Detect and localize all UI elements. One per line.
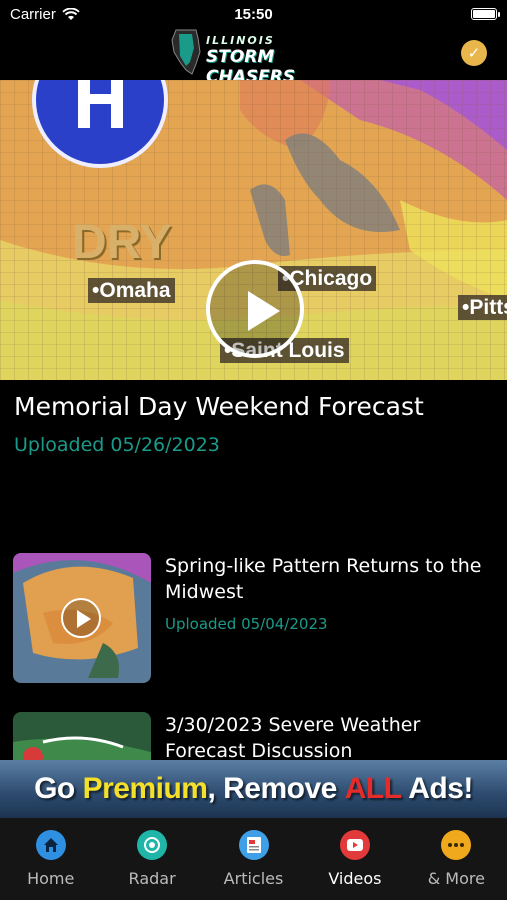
premium-ad-banner[interactable]: Go Premium , Remove ALL Ads! [0, 760, 507, 818]
status-left: Carrier [10, 6, 80, 23]
radar-icon [137, 830, 168, 860]
ad-text-ads: Ads! [401, 772, 473, 805]
tab-label: Home [27, 869, 75, 888]
app-logo[interactable]: ILLINOIS STORM CHASERS [170, 28, 338, 87]
illinois-state-icon [171, 29, 201, 75]
pitts-text: Pitts [469, 296, 507, 319]
tab-label: Videos [328, 869, 382, 888]
map-label-dry: DRY [72, 216, 172, 269]
omaha-text: Omaha [99, 279, 171, 302]
tab-videos[interactable]: Videos [304, 818, 405, 900]
tab-more[interactable]: & More [406, 818, 507, 900]
chicago-text: Chicago [289, 267, 373, 290]
more-icon [441, 830, 472, 860]
play-button-icon[interactable] [206, 260, 304, 358]
articles-icon [238, 830, 269, 860]
tab-label: Radar [128, 869, 176, 888]
tab-articles[interactable]: Articles [203, 818, 304, 900]
app-header: ILLINOIS STORM CHASERS ✓ [0, 28, 507, 87]
tab-label: Articles [223, 869, 284, 888]
tab-label: & More [427, 869, 485, 888]
video-list-item[interactable]: Spring-like Pattern Returns to the Midwe… [0, 553, 507, 693]
ad-text-remove: , Remove [207, 772, 345, 805]
featured-video-thumbnail[interactable]: DRY •Omaha •Chicago •Saint Louis •Pitts [0, 80, 507, 380]
home-icon [35, 830, 66, 860]
ad-text-all: ALL [344, 772, 402, 805]
video-title[interactable]: Spring-like Pattern Returns to the Midwe… [165, 553, 500, 605]
play-button-icon [61, 598, 101, 638]
wifi-icon [62, 7, 80, 20]
tab-radar[interactable]: Radar [101, 818, 202, 900]
videos-icon [339, 830, 370, 860]
map-label-pitts: •Pitts [458, 295, 507, 320]
ad-text-go: Go [34, 772, 83, 805]
battery-icon [471, 8, 500, 20]
ad-text-premium: Premium [82, 772, 208, 805]
logo-line1: ILLINOIS [206, 34, 275, 47]
carrier-label: Carrier [10, 5, 56, 23]
video-thumbnail[interactable] [13, 553, 151, 683]
featured-video-date: Uploaded 05/26/2023 [14, 434, 220, 456]
verified-badge-icon[interactable]: ✓ [461, 40, 487, 66]
video-date: Uploaded 05/04/2023 [165, 615, 328, 633]
video-title[interactable]: 3/30/2023 Severe Weather Forecast Discus… [165, 712, 500, 764]
tab-bar: Home Radar Articles Videos & More [0, 818, 507, 900]
status-bar: Carrier 15:50 [0, 0, 507, 28]
tab-home[interactable]: Home [0, 818, 101, 900]
map-label-omaha: •Omaha [88, 278, 175, 303]
featured-video-title[interactable]: Memorial Day Weekend Forecast [14, 392, 424, 421]
